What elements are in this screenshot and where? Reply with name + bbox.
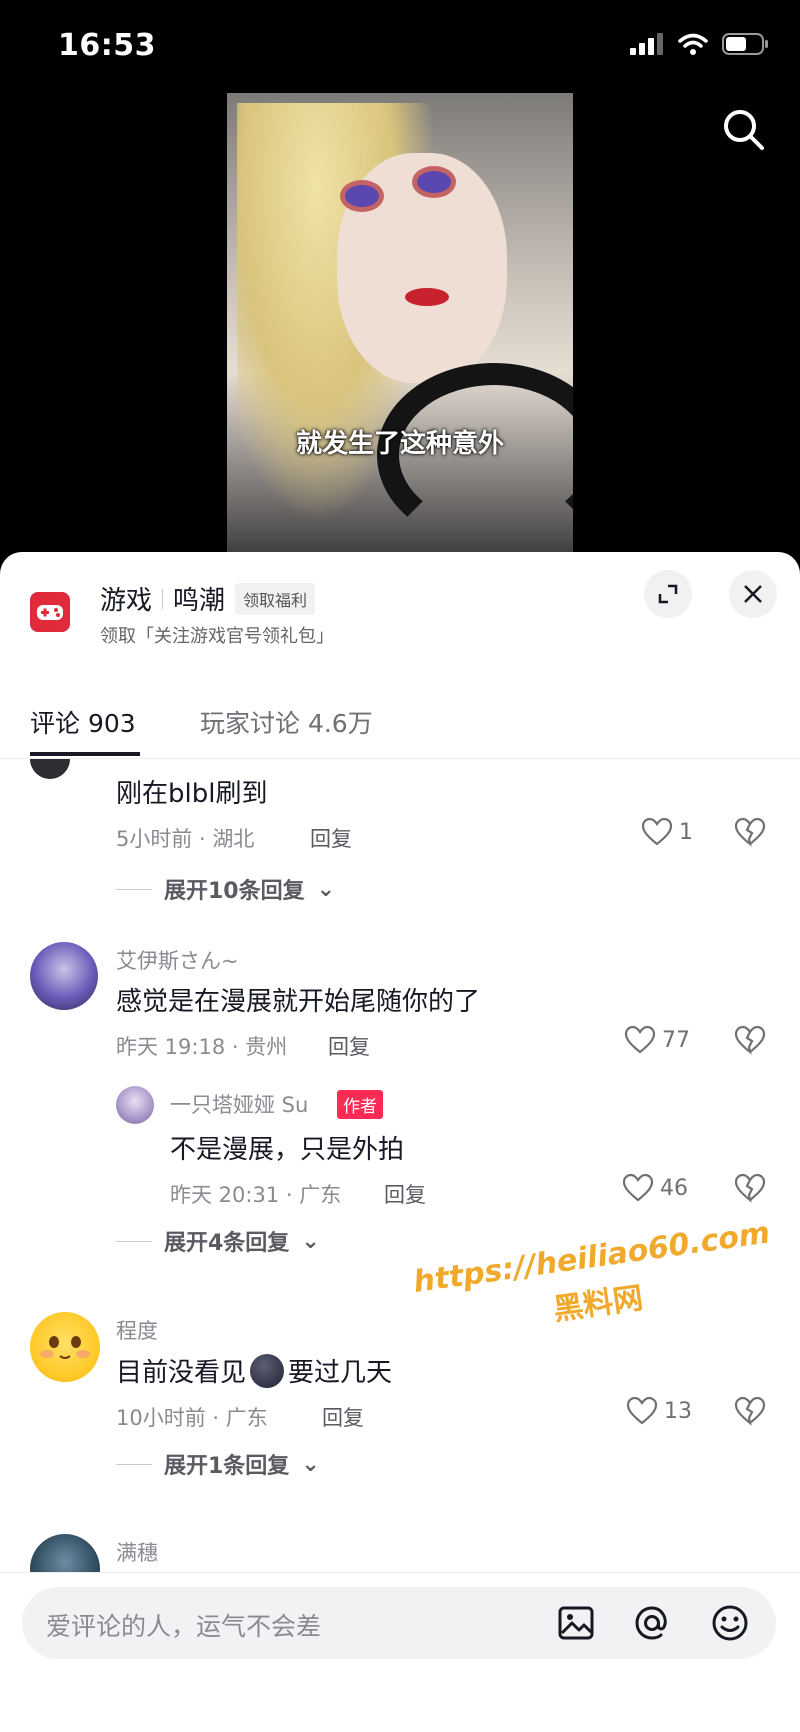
broken-heart-icon	[734, 1025, 766, 1055]
broken-heart-icon	[734, 1173, 766, 1203]
reply-button[interactable]: 回复	[384, 1179, 426, 1209]
close-icon	[744, 585, 762, 603]
comment-text[interactable]: 感觉是在漫展就开始尾随你的了	[116, 981, 480, 1018]
status-time: 16:53	[58, 28, 156, 63]
comment-username[interactable]: 满穗	[116, 1537, 158, 1567]
video-eye-left	[345, 185, 379, 207]
chevron-down-icon: ⌄	[301, 1228, 320, 1254]
chevron-down-icon: ⌄	[301, 1451, 320, 1477]
comment-meta: 昨天 19:18 · 贵州	[116, 1035, 288, 1059]
dislike-button[interactable]	[734, 1396, 766, 1430]
video-eye-right	[417, 171, 451, 193]
heart-icon	[641, 817, 673, 846]
broken-heart-icon	[734, 817, 766, 847]
game-subtitle[interactable]: 领取「关注游戏官号领礼包」	[100, 622, 334, 648]
comment-list[interactable]: 刚在blbl刷到 5小时前 · 湖北 回复 1 展开10条回复 ⌄ 艾伊斯さん~…	[0, 759, 800, 1574]
expand-line	[116, 1240, 152, 1242]
like-count: 1	[679, 819, 693, 845]
close-button[interactable]	[729, 570, 777, 618]
title-divider	[162, 588, 164, 609]
reply-meta: 昨天 20:31 · 广东	[170, 1183, 342, 1207]
expand-sheet-button[interactable]	[644, 570, 692, 618]
status-icons	[630, 32, 770, 56]
dislike-button[interactable]	[734, 817, 766, 851]
comment-meta: 10小时前 · 广东	[116, 1406, 268, 1430]
game-category: 游戏	[100, 586, 153, 616]
comment-input-placeholder: 爱评论的人，运气不会差	[46, 1612, 322, 1641]
emoji-icon	[250, 1353, 285, 1388]
comment-tabs: 评论 903 玩家讨论 4.6万	[0, 692, 800, 759]
reply-button[interactable]: 回复	[310, 823, 352, 853]
video-subtitle: 就发生了这种意外	[295, 429, 504, 459]
tab-player-discussion[interactable]: 玩家讨论 4.6万	[200, 704, 373, 740]
expand-replies-button[interactable]: 展开4条回复 ⌄	[116, 1225, 320, 1257]
expand-icon	[658, 584, 678, 604]
reply-button[interactable]: 回复	[328, 1031, 370, 1061]
like-count: 77	[662, 1027, 690, 1053]
like-count: 46	[660, 1175, 688, 1201]
expand-replies-button[interactable]: 展开10条回复 ⌄	[116, 873, 335, 905]
reply-username[interactable]: 一只塔娅娅 Su	[170, 1089, 308, 1119]
expand-label: 展开1条回复	[164, 1454, 290, 1479]
like-button[interactable]: 77	[624, 1025, 690, 1055]
reply-text[interactable]: 不是漫展，只是外拍	[170, 1129, 404, 1166]
comment-text-part: 目前没看见	[116, 1358, 247, 1388]
dislike-button[interactable]	[734, 1025, 766, 1059]
gamepad-icon[interactable]	[30, 592, 70, 632]
expand-label: 展开4条回复	[164, 1231, 290, 1256]
battery-icon	[722, 33, 768, 55]
search-icon[interactable]	[722, 108, 766, 156]
reply-button[interactable]: 回复	[322, 1402, 364, 1432]
status-bar: 16:53	[0, 0, 800, 90]
video-lips	[405, 288, 449, 306]
video-frame[interactable]: 就发生了这种意外	[227, 93, 573, 558]
expand-replies-button[interactable]: 展开1条回复 ⌄	[116, 1448, 320, 1480]
comment-input[interactable]: 爱评论的人，运气不会差	[22, 1587, 776, 1659]
comment-input-bar: 爱评论的人，运气不会差	[0, 1572, 800, 1732]
comment-text[interactable]: 刚在blbl刷到	[116, 773, 267, 810]
author-tag: 作者	[337, 1090, 383, 1119]
dislike-button[interactable]	[734, 1173, 766, 1207]
expand-line	[116, 1463, 152, 1465]
image-icon[interactable]	[556, 1603, 596, 1647]
expand-line	[116, 888, 152, 890]
avatar[interactable]	[116, 1086, 154, 1124]
heart-icon	[626, 1396, 658, 1425]
game-name: 鸣潮	[173, 586, 226, 616]
broken-heart-icon	[734, 1396, 766, 1426]
comment-text[interactable]: 目前没看见 要过几天	[116, 1352, 392, 1389]
emoji-icon[interactable]	[710, 1603, 750, 1647]
like-count: 13	[664, 1398, 692, 1424]
comment-sheet: 游戏 鸣潮 领取福利 领取「关注游戏官号领礼包」 评论 903 玩家讨论 4.6…	[0, 552, 800, 1731]
expand-label: 展开10条回复	[164, 879, 305, 904]
avatar[interactable]	[30, 1312, 100, 1382]
avatar[interactable]	[30, 759, 70, 779]
avatar[interactable]	[30, 942, 98, 1010]
chevron-down-icon: ⌄	[316, 876, 336, 902]
benefit-pill[interactable]: 领取福利	[235, 582, 316, 615]
wifi-icon	[678, 33, 708, 55]
heart-icon	[622, 1173, 654, 1202]
mention-icon[interactable]	[632, 1603, 672, 1647]
comment-username[interactable]: 程度	[116, 1315, 158, 1345]
comment-text-part: 要过几天	[288, 1358, 393, 1388]
signal-icon	[630, 33, 663, 55]
tab-comments[interactable]: 评论 903	[30, 704, 136, 740]
heart-icon	[624, 1025, 656, 1054]
emoji-face-icon	[40, 1336, 90, 1359]
comment-meta: 5小时前 · 湖北	[116, 827, 255, 851]
like-button[interactable]: 13	[626, 1396, 692, 1426]
comment-username[interactable]: 艾伊斯さん~	[116, 945, 239, 975]
like-button[interactable]: 46	[622, 1173, 688, 1203]
game-title[interactable]: 游戏 鸣潮 领取福利	[100, 580, 316, 617]
like-button[interactable]: 1	[641, 817, 693, 847]
avatar[interactable]	[30, 1534, 100, 1574]
tab-underline	[30, 752, 140, 756]
